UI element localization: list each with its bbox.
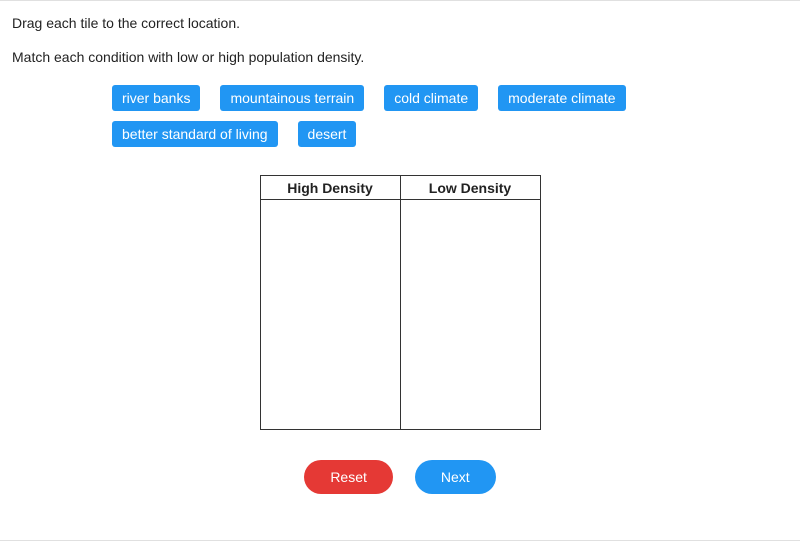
next-button[interactable]: Next [415,460,496,494]
tile-row-1: river banks mountainous terrain cold cli… [112,85,768,111]
instruction-text: Drag each tile to the correct location. [12,15,788,31]
dropzone-high-density[interactable] [260,200,400,430]
tile-better-standard-of-living[interactable]: better standard of living [112,121,278,147]
button-row: Reset Next [12,460,788,494]
reset-button[interactable]: Reset [304,460,393,494]
header-high-density: High Density [260,176,400,200]
tile-cold-climate[interactable]: cold climate [384,85,478,111]
tile-desert[interactable]: desert [298,121,357,147]
tile-river-banks[interactable]: river banks [112,85,200,111]
tile-pool: river banks mountainous terrain cold cli… [12,85,788,147]
table-area: High Density Low Density [12,175,788,430]
tile-row-2: better standard of living desert [112,121,768,147]
tile-mountainous-terrain[interactable]: mountainous terrain [220,85,364,111]
dropzone-low-density[interactable] [400,200,540,430]
density-table: High Density Low Density [260,175,541,430]
subinstruction-text: Match each condition with low or high po… [12,49,788,65]
header-low-density: Low Density [400,176,540,200]
tile-moderate-climate[interactable]: moderate climate [498,85,625,111]
